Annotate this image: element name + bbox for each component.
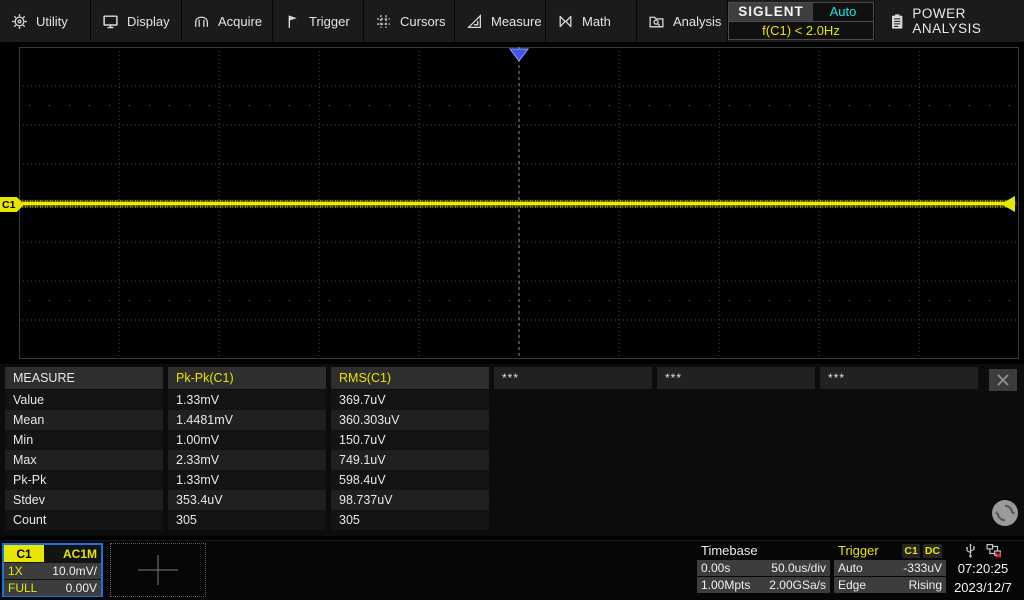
channel1-trace (20, 200, 1015, 208)
measure-row-pkpk: Pk-Pk 1.33mV 598.4uV (5, 470, 1024, 490)
trigger-source-chip: C1 (902, 544, 919, 558)
menu-label: Analysis (673, 14, 721, 29)
trigger-slope: Rising (909, 578, 942, 592)
crosshair-plus-icon (136, 553, 180, 587)
trigger-title: Trigger (838, 543, 879, 558)
timebase-sample-rate: 2.00GSa/s (769, 578, 826, 592)
oscilloscope-screen: Utility Display Acquire Trigger Cursors (0, 0, 1024, 600)
measure-column-empty-1[interactable]: *** (494, 367, 652, 389)
clock-date: 2023/12/7 (944, 578, 1022, 597)
trigger-level-marker[interactable] (1001, 196, 1015, 212)
acquisition-status: Auto (813, 3, 873, 21)
system-status-box: 07:20:25 2023/12/7 (944, 542, 1022, 597)
timebase-title: Timebase (697, 542, 830, 559)
menu-item-measure[interactable]: Measure (455, 0, 546, 42)
measure-title: MEASURE (5, 367, 163, 389)
circular-arrows-button[interactable] (992, 500, 1018, 526)
trigger-descriptor-box[interactable]: Trigger C1 DC Auto -333uV Edge Rising (834, 542, 946, 593)
crosshatch-icon (375, 13, 392, 30)
usb-icon (964, 543, 977, 558)
gear-icon (11, 13, 28, 30)
trigger-status-box: SIGLENT Auto f(C1) < 2.0Hz (728, 2, 874, 40)
timebase-scale: 50.0us/div (771, 561, 826, 575)
menu-label: Utility (36, 14, 68, 29)
menu-item-display[interactable]: Display (91, 0, 182, 42)
menu-item-trigger[interactable]: Trigger (273, 0, 364, 42)
clipboard-icon (891, 13, 903, 30)
timebase-memory: 1.00Mpts (701, 578, 750, 592)
folder-search-icon (648, 13, 665, 30)
measure-row-min: Min 1.00mV 150.7uV (5, 430, 1024, 450)
menu-item-math[interactable]: Math (546, 0, 637, 42)
trigger-position-marker[interactable] (509, 48, 529, 62)
menu-label: Display (127, 14, 170, 29)
menu-label: Trigger (309, 14, 350, 29)
measure-row-max: Max 2.33mV 749.1uV (5, 450, 1024, 470)
measure-column-empty-3[interactable]: *** (820, 367, 978, 389)
measure-row-count: Count 305 305 (5, 510, 1024, 530)
power-analysis-button[interactable]: POWER ANALYSIS (874, 0, 1024, 42)
measure-row-value: Value 1.33mV 369.7uV (5, 390, 1024, 410)
trigger-level: -333uV (903, 561, 942, 575)
channel1-scale: 10.0mV/ (52, 564, 97, 578)
triangle-ruler-icon (466, 13, 483, 30)
channel1-bandwidth: FULL (8, 581, 37, 595)
menu-item-cursors[interactable]: Cursors (364, 0, 455, 42)
channel1-coupling: AC1M (44, 545, 101, 562)
channel1-offset: 0.00V (66, 581, 97, 595)
menu-item-analysis[interactable]: Analysis (637, 0, 728, 42)
menu-item-acquire[interactable]: Acquire (182, 0, 273, 42)
measure-row-stdev: Stdev 353.4uV 98.737uV (5, 490, 1024, 510)
menu-label: Cursors (400, 14, 446, 29)
trigger-mode: Auto (838, 561, 863, 575)
measure-close-button[interactable] (989, 369, 1017, 391)
menu-bar: Utility Display Acquire Trigger Cursors (0, 0, 1024, 42)
flag-icon (284, 13, 301, 30)
measure-column-empty-2[interactable]: *** (657, 367, 815, 389)
timebase-delay: 0.00s (701, 561, 730, 575)
bottom-info-bar: C1 AC1M 1X 10.0mV/ FULL 0.00V Timebase 0… (0, 540, 1024, 600)
measure-panel: MEASURE Pk-Pk(C1) RMS(C1) *** *** *** Va… (0, 364, 1024, 536)
menu-label: Math (582, 14, 611, 29)
menu-label: Acquire (218, 14, 262, 29)
trigger-type: Edge (838, 578, 866, 592)
siglent-logo: SIGLENT (729, 3, 813, 21)
circular-arrows-icon (992, 500, 1018, 526)
bowtie-icon (557, 13, 574, 30)
menu-item-utility[interactable]: Utility (0, 0, 91, 42)
lan-disconnected-icon (986, 543, 1002, 558)
measure-column-rms[interactable]: RMS(C1) (331, 367, 489, 389)
menu-label: Measure (491, 14, 542, 29)
channel1-probe: 1X (8, 564, 23, 578)
clock-time: 07:20:25 (944, 559, 1022, 578)
add-channel-box[interactable] (110, 543, 206, 597)
power-analysis-label: POWER ANALYSIS (912, 6, 1024, 36)
waveform-display: C1 (0, 42, 1024, 364)
timebase-descriptor-box[interactable]: Timebase 0.00s 50.0us/div 1.00Mpts 2.00G… (697, 542, 830, 593)
measure-header-row: MEASURE Pk-Pk(C1) RMS(C1) *** *** *** (5, 367, 1024, 389)
trigger-frequency: f(C1) < 2.0Hz (729, 22, 873, 40)
channel1-descriptor-box[interactable]: C1 AC1M 1X 10.0mV/ FULL 0.00V (2, 543, 103, 597)
trigger-coupling-chip: DC (923, 544, 942, 558)
monitor-icon (102, 13, 119, 30)
measure-row-mean: Mean 1.4481mV 360.303uV (5, 410, 1024, 430)
measure-column-pkpk[interactable]: Pk-Pk(C1) (168, 367, 326, 389)
close-icon (996, 374, 1010, 386)
arch-icon (193, 13, 210, 30)
channel1-name-chip: C1 (4, 545, 44, 562)
